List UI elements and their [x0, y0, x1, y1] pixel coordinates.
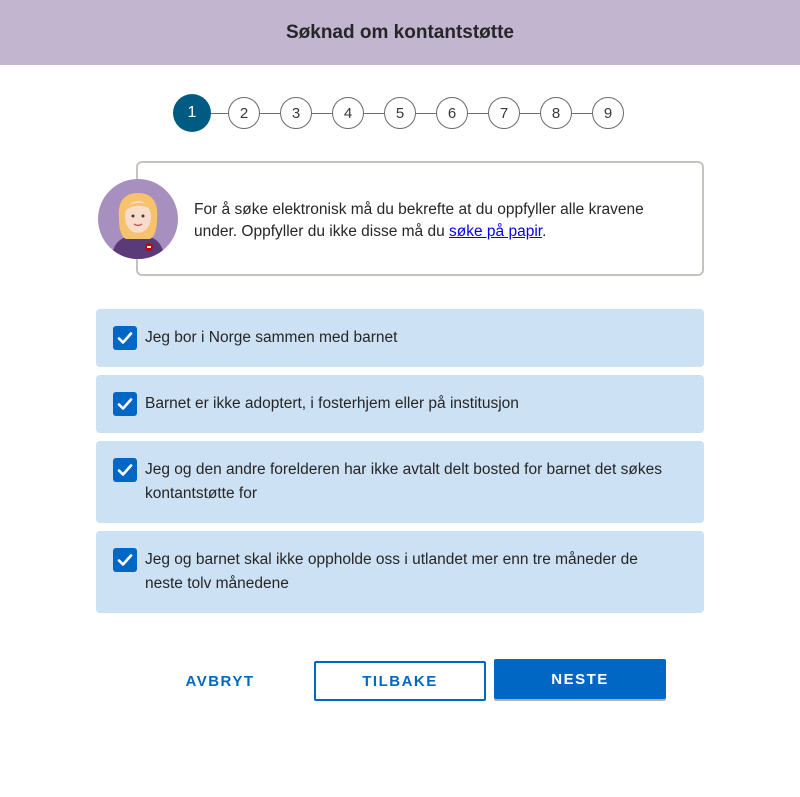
paper-application-link[interactable]: søke på papir	[449, 223, 542, 240]
step-indicator: 1 2 3 4 5 6 7 8 9	[173, 94, 624, 132]
checkmark-icon	[117, 398, 133, 410]
step-3[interactable]: 3	[280, 97, 312, 129]
step-8[interactable]: 8	[540, 97, 572, 129]
requirement-label: Barnet er ikke adoptert, i fosterhjem el…	[145, 395, 519, 412]
requirement-item[interactable]: Barnet er ikke adoptert, i fosterhjem el…	[96, 375, 704, 433]
requirement-checkbox[interactable]	[113, 392, 137, 416]
requirement-checkbox[interactable]	[113, 458, 137, 482]
step-5[interactable]: 5	[384, 97, 416, 129]
step-6[interactable]: 6	[436, 97, 468, 129]
step-2[interactable]: 2	[228, 97, 260, 129]
page-header: Søknad om kontantstøtte	[0, 0, 800, 65]
cancel-button[interactable]: AVBRYT	[160, 661, 280, 701]
guide-avatar	[98, 179, 178, 259]
step-4[interactable]: 4	[332, 97, 364, 129]
back-button[interactable]: TILBAKE	[314, 661, 486, 701]
requirement-item[interactable]: Jeg og barnet skal ikke oppholde oss i u…	[96, 531, 704, 613]
checkmark-icon	[117, 464, 133, 476]
intro-text-end: .	[542, 223, 547, 240]
requirement-label: Jeg og den andre forelderen har ikke avt…	[145, 461, 662, 502]
requirement-label: Jeg bor i Norge sammen med barnet	[145, 329, 398, 346]
page-title: Søknad om kontantstøtte	[285, 21, 514, 43]
next-button[interactable]: NESTE	[494, 659, 666, 699]
checkmark-icon	[117, 332, 133, 344]
requirement-checkbox[interactable]	[113, 548, 137, 572]
guide-speech-bubble: For å søke elektronisk må du bekrefte at…	[136, 161, 704, 276]
checkmark-icon	[117, 554, 133, 566]
step-1[interactable]: 1	[173, 94, 211, 132]
requirement-item[interactable]: Jeg og den andre forelderen har ikke avt…	[96, 441, 704, 523]
requirement-checkbox[interactable]	[113, 326, 137, 350]
intro-text: For å søke elektronisk må du bekrefte at…	[194, 201, 644, 240]
step-7[interactable]: 7	[488, 97, 520, 129]
requirement-item[interactable]: Jeg bor i Norge sammen med barnet	[96, 309, 704, 367]
step-9[interactable]: 9	[592, 97, 624, 129]
requirement-label: Jeg og barnet skal ikke oppholde oss i u…	[145, 551, 638, 592]
